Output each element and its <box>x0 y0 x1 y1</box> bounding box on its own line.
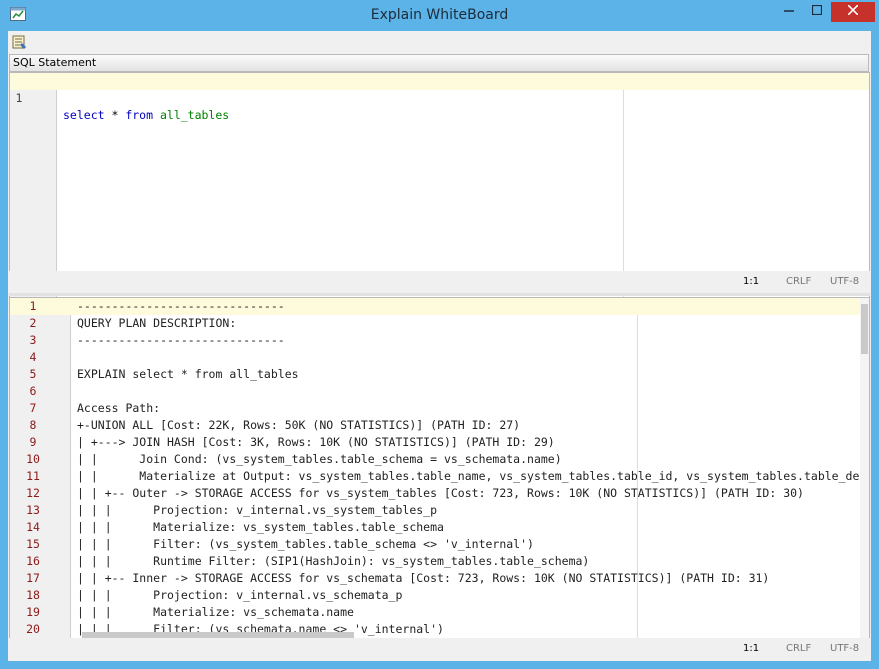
line-number: 9 <box>29 435 37 449</box>
plan-line-text: EXPLAIN select * from all_tables <box>77 367 299 381</box>
cursor-position: 1:1 <box>743 643 760 654</box>
line-number: 17 <box>26 571 40 585</box>
plan-line-text: | | +-- Inner -> STORAGE ACCESS for vs_s… <box>77 571 770 585</box>
plan-line[interactable]: 14 | | | Materialize: vs_system_tables.ta… <box>10 519 869 536</box>
encoding: UTF-8 <box>830 276 860 287</box>
plan-line-text: | | +-- Outer -> STORAGE ACCESS for vs_s… <box>77 486 804 500</box>
sql-status-bar: 1:1 CRLF UTF-8 <box>9 271 870 294</box>
line-number: 13 <box>26 503 40 517</box>
line-number: 5 <box>29 367 37 381</box>
line-number: 11 <box>26 469 40 483</box>
toolbar <box>8 31 871 53</box>
close-icon <box>847 4 859 16</box>
line-number: 16 <box>26 554 40 568</box>
plan-line[interactable]: 11 | | Materialize at Output: vs_system_t… <box>10 468 869 485</box>
plan-line-text: | | | Projection: v_internal.vs_schemata… <box>77 588 403 602</box>
plan-line[interactable]: 3 ------------------------------ <box>10 332 869 349</box>
line-number: 1 <box>29 299 37 313</box>
sql-editor[interactable]: 1 select * from all_tables <box>9 72 870 304</box>
line-number: 2 <box>29 316 37 330</box>
keyword: select <box>63 108 105 122</box>
plan-line[interactable]: 4 <box>10 349 869 366</box>
line-number: 6 <box>29 384 37 398</box>
plan-line[interactable]: 10 | | Join Cond: (vs_system_tables.table… <box>10 451 869 468</box>
plan-line-text: +-UNION ALL [Cost: 22K, Rows: 50K (NO ST… <box>77 418 521 432</box>
cursor-position: 1:1 <box>743 276 760 287</box>
plan-line[interactable]: 15 | | | Filter: (vs_system_tables.table_… <box>10 536 869 553</box>
plan-line-text: ------------------------------ <box>77 333 285 347</box>
plan-line[interactable]: 12 | | +-- Outer -> STORAGE ACCESS for vs… <box>10 485 869 502</box>
plan-status-bar: 1:1 CRLF UTF-8 <box>9 638 870 660</box>
plan-line[interactable]: 13 | | | Projection: v_internal.vs_system… <box>10 502 869 519</box>
close-button[interactable] <box>831 2 875 22</box>
line-number: 18 <box>26 588 40 602</box>
minimize-icon <box>784 10 794 12</box>
plan-line-text: QUERY PLAN DESCRIPTION: <box>77 316 237 330</box>
line-number: 15 <box>26 537 40 551</box>
vertical-scroll-thumb[interactable] <box>861 304 868 354</box>
plan-line[interactable]: 19 | | | Materialize: vs_schemata.name <box>10 604 869 621</box>
line-number: 12 <box>26 486 40 500</box>
panel-splitter[interactable] <box>9 293 870 296</box>
plan-line-text: | | | Projection: v_internal.vs_system_t… <box>77 503 438 517</box>
plan-output-editor[interactable]: 1 ------------------------------ 2 QUERY PL… <box>9 297 870 639</box>
minimize-button[interactable] <box>776 2 802 22</box>
plan-line[interactable]: 2 QUERY PLAN DESCRIPTION: <box>10 315 869 332</box>
line-number: 10 <box>26 452 40 466</box>
plan-line-text: Access Path: <box>77 401 161 415</box>
plan-line[interactable]: 17 | | +-- Inner -> STORAGE ACCESS for vs… <box>10 570 869 587</box>
line-number: 7 <box>29 401 37 415</box>
line-number: 20 <box>26 622 40 636</box>
plan-line[interactable]: 18 | | | Projection: v_internal.vs_schema… <box>10 587 869 604</box>
line-number: 4 <box>29 350 37 364</box>
plan-line-text: | | | Filter: (vs_system_tables.table_sc… <box>77 537 534 551</box>
plan-line[interactable]: 7 Access Path: <box>10 400 869 417</box>
line-number: 8 <box>29 418 37 432</box>
plan-line-text: | | Join Cond: (vs_system_tables.table_s… <box>77 452 562 466</box>
window-title: Explain WhiteBoard <box>370 7 509 23</box>
line-number: 1 <box>15 91 23 105</box>
plan-line-text: | | Materialize at Output: vs_system_tab… <box>77 469 867 483</box>
plan-line[interactable]: 5 EXPLAIN select * from all_tables <box>10 366 869 383</box>
line-ending: CRLF <box>786 643 812 654</box>
plan-line[interactable]: 8 +-UNION ALL [Cost: 22K, Rows: 50K (NO S… <box>10 417 869 434</box>
plan-line[interactable]: 16 | | | Runtime Filter: (SIP1(HashJoin):… <box>10 553 869 570</box>
line-number: 19 <box>26 605 40 619</box>
title-bar: Explain WhiteBoard <box>0 0 879 31</box>
encoding: UTF-8 <box>830 643 860 654</box>
plan-line-text: | | | Runtime Filter: (SIP1(HashJoin): v… <box>77 554 590 568</box>
sql-statement-header: SQL Statement <box>9 54 869 72</box>
plan-line[interactable]: 1 ------------------------------ <box>10 298 869 315</box>
operator: * <box>104 108 126 122</box>
plan-line[interactable]: 9 | +---> JOIN HASH [Cost: 3K, Rows: 10K … <box>10 434 869 451</box>
keyword: from <box>125 108 154 122</box>
line-number: 3 <box>29 333 37 347</box>
plan-line-text: | | | Materialize: vs_system_tables.tabl… <box>77 520 444 534</box>
plan-line-text: | +---> JOIN HASH [Cost: 3K, Rows: 10K (… <box>77 435 555 449</box>
plan-line-text: ------------------------------ <box>77 299 285 313</box>
sql-line[interactable]: 1 select * from all_tables <box>10 73 869 122</box>
plan-line-text: | | | Materialize: vs_schemata.name <box>77 605 354 619</box>
maximize-icon <box>811 4 823 16</box>
sql-line-text[interactable]: select * from all_tables <box>63 107 229 124</box>
right-margin-guide <box>623 73 624 303</box>
window-client: SQL Statement 1 select * from all_tables… <box>8 31 871 661</box>
identifier: all_tables <box>159 108 230 122</box>
plan-line[interactable]: 6 <box>10 383 869 400</box>
line-number: 14 <box>26 520 40 534</box>
explain-run-icon[interactable] <box>11 34 27 50</box>
vertical-scrollbar[interactable] <box>860 298 869 638</box>
line-ending: CRLF <box>786 276 812 287</box>
maximize-button[interactable] <box>804 2 830 22</box>
